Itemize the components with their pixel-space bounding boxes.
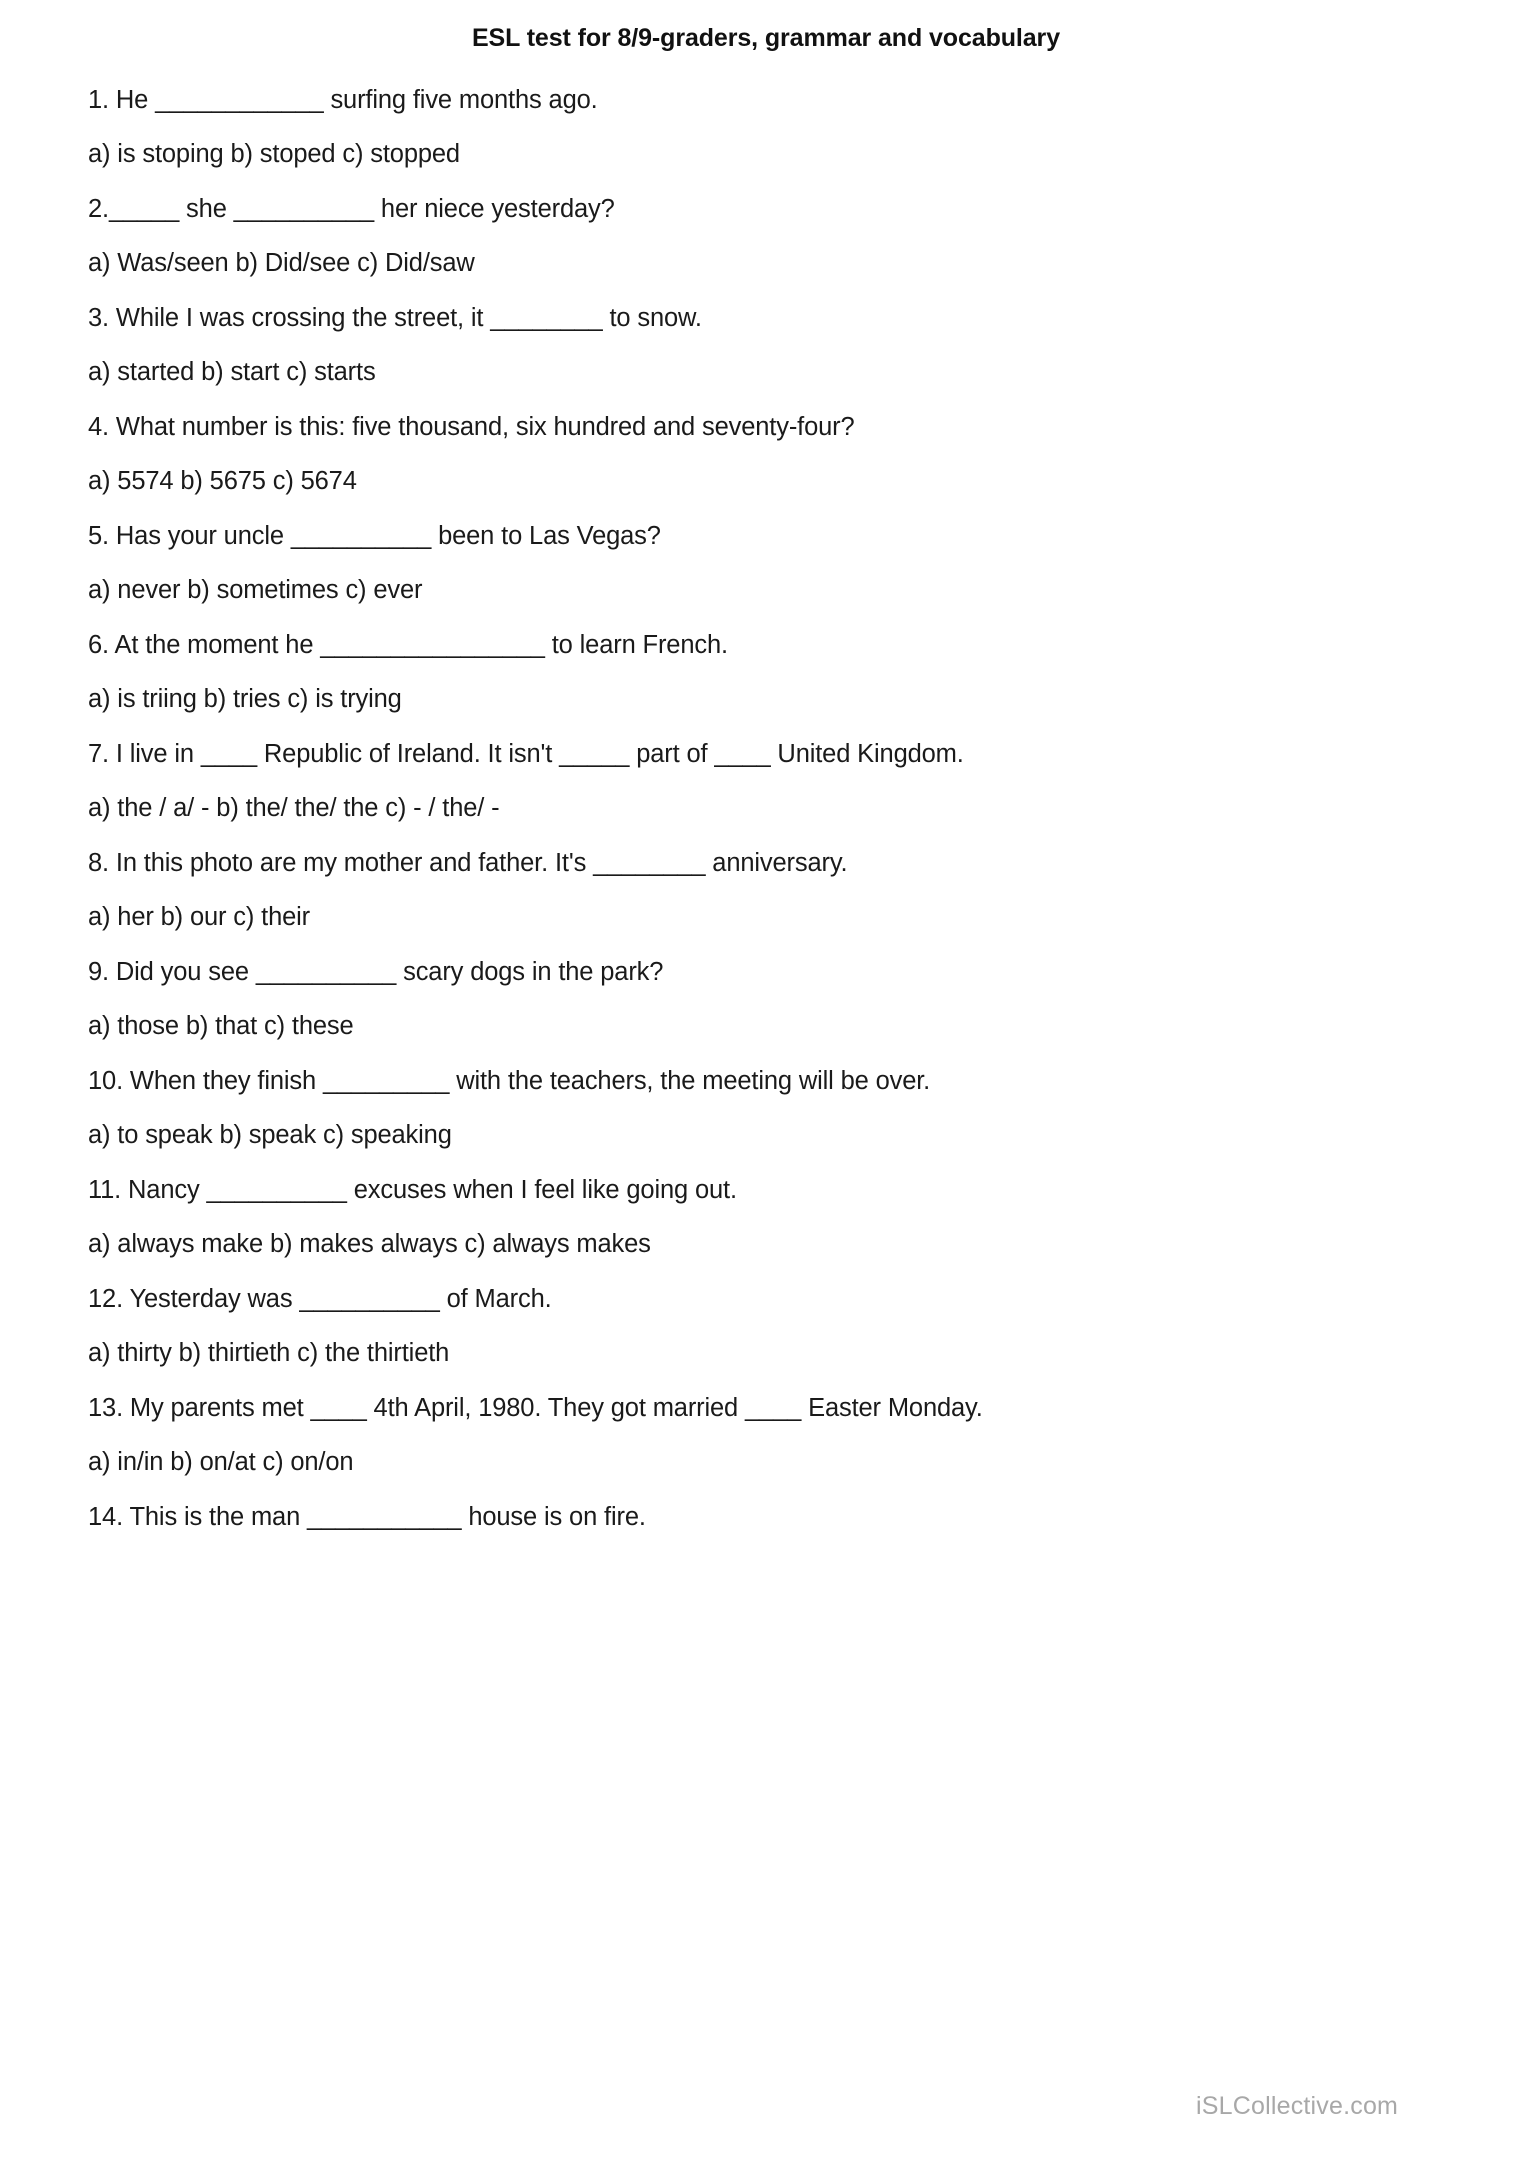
worksheet-page: ESL test for 8/9-graders, grammar and vo… xyxy=(0,0,1532,2167)
options-row-4: a) 5574 b) 5675 c) 5674 xyxy=(88,468,1448,524)
option-1-a[interactable]: a) is stoping b) stoped c) stopped xyxy=(88,141,460,168)
options-row-6: a) is triing b) tries c) is trying xyxy=(88,686,1448,742)
question-text-2: 2._____ she __________ her niece yesterd… xyxy=(88,195,615,223)
question-text-9: 9. Did you see __________ scary dogs in … xyxy=(88,958,664,986)
option-2-a[interactable]: a) Was/seen b) Did/see c) Did/saw xyxy=(88,250,475,277)
question-text-11: 11. Nancy __________ excuses when I feel… xyxy=(88,1176,737,1204)
option-3-a[interactable]: a) started b) start c) starts xyxy=(88,359,376,386)
option-11-a[interactable]: a) always make b) makes always c) always… xyxy=(88,1231,651,1258)
question-block-10: 10. When they finish _________ with the … xyxy=(88,1067,1448,1178)
question-block-11: 11. Nancy __________ excuses when I feel… xyxy=(88,1176,1448,1287)
question-text-7: 7. I live in ____ Republic of Ireland. I… xyxy=(88,740,964,768)
question-text-6: 6. At the moment he ________________ to … xyxy=(88,631,728,659)
question-text-12: 12. Yesterday was __________ of March. xyxy=(88,1285,552,1313)
options-row-3: a) started b) start c) starts xyxy=(88,359,1448,415)
question-text-1: 1. He ____________ surfing five months a… xyxy=(88,86,598,114)
options-row-12: a) thirty b) thirtieth c) the thirtieth xyxy=(88,1340,1448,1396)
options-row-8: a) her b) our c) their xyxy=(88,904,1448,960)
options-row-7: a) the / a/ - b) the/ the/ the c) - / th… xyxy=(88,795,1448,851)
question-block-14: 14. This is the man ___________ house is… xyxy=(88,1503,1448,1559)
question-block-6: 6. At the moment he ________________ to … xyxy=(88,631,1448,742)
question-block-13: 13. My parents met ____ 4th April, 1980.… xyxy=(88,1394,1448,1505)
option-5-a[interactable]: a) never b) sometimes c) ever xyxy=(88,577,422,604)
question-block-4: 4. What number is this: five thousand, s… xyxy=(88,413,1448,524)
options-row-2: a) Was/seen b) Did/see c) Did/saw xyxy=(88,250,1448,306)
questions-container: 1. He ____________ surfing five months a… xyxy=(88,86,1448,1559)
question-text-4: 4. What number is this: five thousand, s… xyxy=(88,413,855,441)
option-8-a[interactable]: a) her b) our c) their xyxy=(88,904,310,931)
question-text-3: 3. While I was crossing the street, it _… xyxy=(88,304,702,332)
question-text-5: 5. Has your uncle __________ been to Las… xyxy=(88,522,661,550)
question-block-3: 3. While I was crossing the street, it _… xyxy=(88,304,1448,415)
question-block-12: 12. Yesterday was __________ of March. a… xyxy=(88,1285,1448,1396)
question-block-9: 9. Did you see __________ scary dogs in … xyxy=(88,958,1448,1069)
option-13-a[interactable]: a) in/in b) on/at c) on/on xyxy=(88,1449,354,1476)
option-6-a[interactable]: a) is triing b) tries c) is trying xyxy=(88,686,402,713)
question-block-1: 1. He ____________ surfing five months a… xyxy=(88,86,1448,197)
option-10-a[interactable]: a) to speak b) speak c) speaking xyxy=(88,1122,452,1149)
question-text-10: 10. When they finish _________ with the … xyxy=(88,1067,931,1095)
question-text-14: 14. This is the man ___________ house is… xyxy=(88,1503,646,1531)
islcollective-watermark: iSLCollective.com xyxy=(1196,2092,1399,2120)
options-row-13: a) in/in b) on/at c) on/on xyxy=(88,1449,1448,1505)
question-block-7: 7. I live in ____ Republic of Ireland. I… xyxy=(88,740,1448,851)
question-text-13: 13. My parents met ____ 4th April, 1980.… xyxy=(88,1394,983,1422)
option-9-a[interactable]: a) those b) that c) these xyxy=(88,1013,354,1040)
options-row-10: a) to speak b) speak c) speaking xyxy=(88,1122,1448,1178)
option-12-a[interactable]: a) thirty b) thirtieth c) the thirtieth xyxy=(88,1340,449,1367)
option-4-a[interactable]: a) 5574 b) 5675 c) 5674 xyxy=(88,468,357,495)
options-row-9: a) those b) that c) these xyxy=(88,1013,1448,1069)
page-title: ESL test for 8/9-graders, grammar and vo… xyxy=(471,24,1060,52)
question-text-8: 8. In this photo are my mother and fathe… xyxy=(88,849,848,877)
question-block-5: 5. Has your uncle __________ been to Las… xyxy=(88,522,1448,633)
options-row-1: a) is stoping b) stoped c) stopped xyxy=(88,141,1448,197)
options-row-5: a) never b) sometimes c) ever xyxy=(88,577,1448,633)
option-7-a[interactable]: a) the / a/ - b) the/ the/ the c) - / th… xyxy=(88,795,500,822)
options-row-11: a) always make b) makes always c) always… xyxy=(88,1231,1448,1287)
question-block-8: 8. In this photo are my mother and fathe… xyxy=(88,849,1448,960)
question-block-2: 2._____ she __________ her niece yesterd… xyxy=(88,195,1448,306)
